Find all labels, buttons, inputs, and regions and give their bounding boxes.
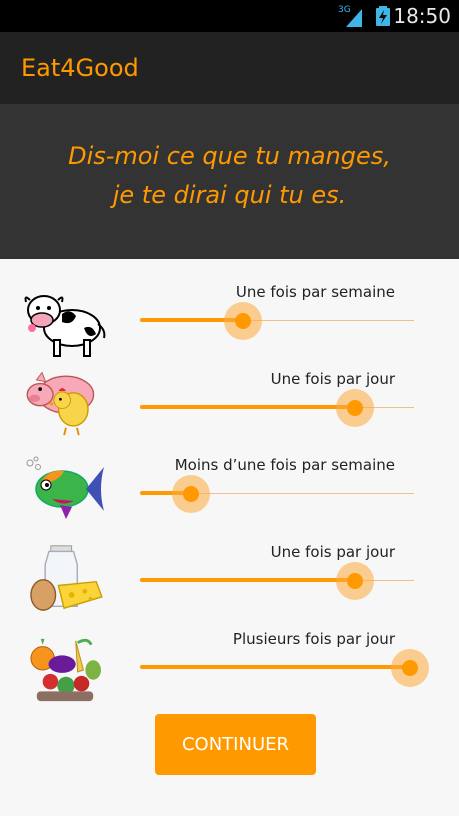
food-row-dairy: Une fois par jour: [0, 540, 459, 626]
slider-thumb-dot: [402, 660, 418, 676]
network-type: 3G: [338, 5, 351, 15]
slider-thumb-dot: [235, 313, 251, 329]
fish-icon: [26, 456, 104, 519]
battery-charging-icon: [376, 6, 390, 26]
continue-button[interactable]: CONTINUER: [155, 714, 316, 775]
food-row-pork-poultry: Une fois par jour: [0, 367, 459, 453]
slider-thumb[interactable]: [224, 302, 262, 340]
cow-icon: [24, 295, 106, 357]
header-banner: Dis-moi ce que tu manges, je te dirai qu…: [0, 104, 459, 259]
milk-egg-cheese-icon: [30, 545, 103, 611]
status-time: 18:50: [393, 4, 451, 28]
frequency-label: Plusieurs fois par jour: [232, 630, 395, 648]
signal-icon: 3G: [338, 5, 362, 27]
slider-thumb[interactable]: [336, 389, 374, 427]
food-row-vegetables: Plusieurs fois par jour: [0, 627, 459, 713]
slider-fill: [140, 665, 414, 669]
slider-thumb[interactable]: [391, 649, 429, 687]
frequency-label: Une fois par jour: [270, 543, 395, 561]
slider-thumb[interactable]: [336, 562, 374, 600]
slider-fill: [140, 578, 359, 582]
frequency-label: Moins d’une fois par semaine: [174, 456, 395, 474]
frequency-label: Une fois par jour: [270, 370, 395, 388]
frequency-label: Une fois par semaine: [235, 283, 395, 301]
tagline-line-2: je te dirai qui tu es.: [112, 181, 347, 209]
food-row-fish: Moins d’une fois par semaine: [0, 453, 459, 539]
slider-fill: [140, 405, 359, 409]
tagline-line-1: Dis-moi ce que tu manges,: [68, 142, 391, 170]
vegetables-icon: [30, 638, 101, 702]
pig-chicken-icon: [26, 371, 95, 436]
food-row-meat: Une fois par semaine: [0, 280, 459, 366]
slider-thumb-dot: [183, 486, 199, 502]
app-bar: Eat4Good: [0, 32, 459, 104]
app-title: Eat4Good: [21, 54, 139, 82]
slider-thumb[interactable]: [172, 475, 210, 513]
slider-thumb-dot: [347, 400, 363, 416]
slider-thumb-dot: [347, 573, 363, 589]
status-bar: 3G 18:50: [0, 0, 459, 32]
